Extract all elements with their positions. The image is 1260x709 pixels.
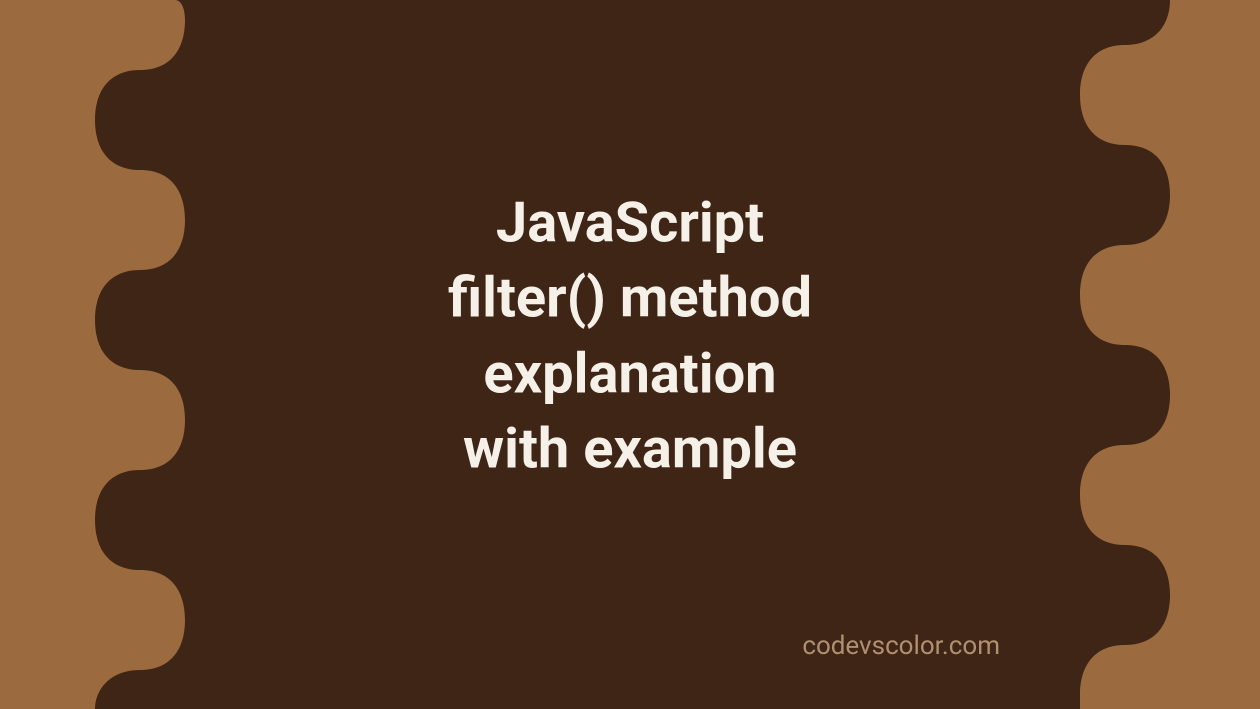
title-line-4: with example [180,412,1080,488]
title-line-2: filter() method [180,261,1080,337]
watermark-text: codevscolor.com [802,631,1000,661]
main-title: JavaScript filter() method explanation w… [180,185,1080,487]
title-line-3: explanation [180,336,1080,412]
title-line-1: JavaScript [180,185,1080,261]
